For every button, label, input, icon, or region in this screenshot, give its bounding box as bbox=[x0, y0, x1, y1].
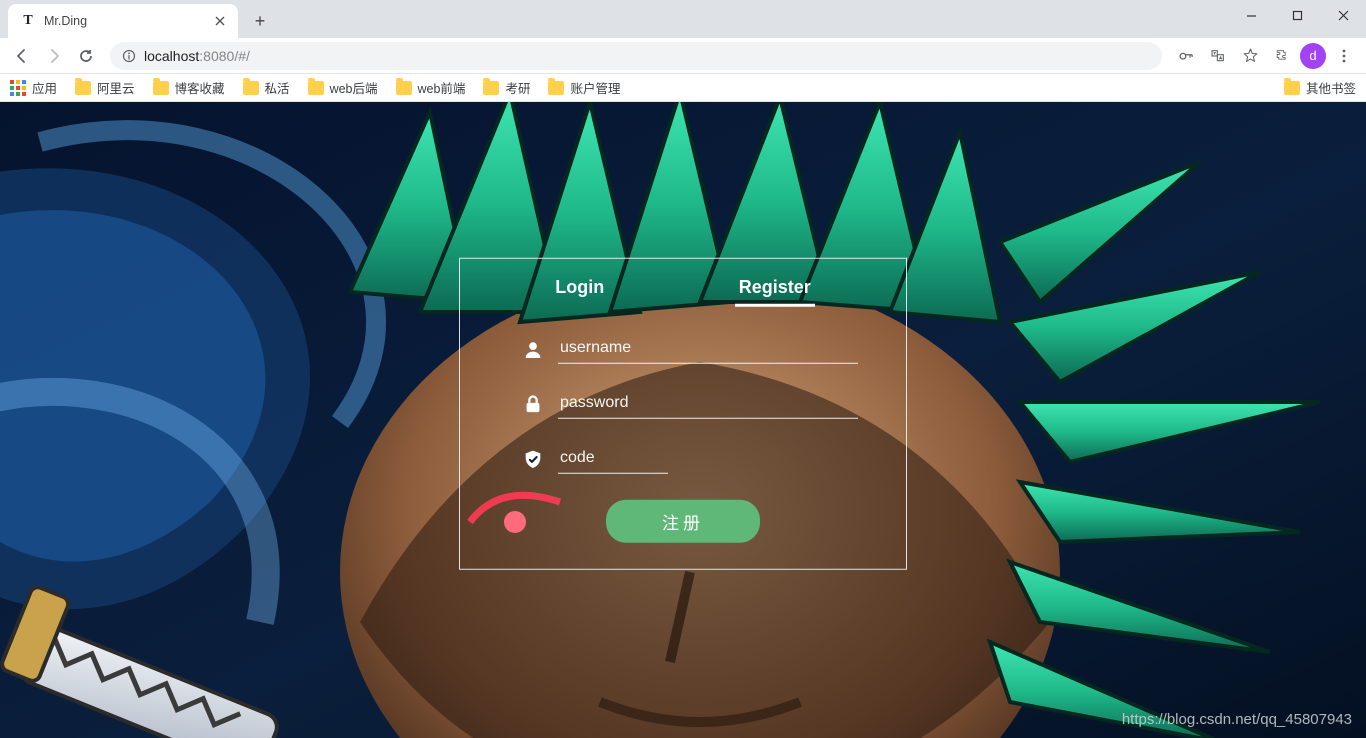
bookmark-item[interactable]: web前端 bbox=[396, 78, 466, 97]
password-key-icon[interactable] bbox=[1172, 42, 1200, 70]
folder-icon bbox=[1284, 81, 1300, 95]
tab-favicon: T bbox=[20, 13, 36, 29]
bookmark-item[interactable]: 考研 bbox=[483, 78, 530, 97]
folder-icon bbox=[308, 81, 324, 95]
nav-back-icon[interactable] bbox=[8, 42, 36, 70]
shield-check-icon bbox=[522, 448, 544, 470]
window-minimize-icon[interactable] bbox=[1228, 0, 1274, 30]
bookmark-label: 其他书签 bbox=[1306, 78, 1356, 97]
tab-title: Mr.Ding bbox=[44, 14, 204, 28]
folder-icon bbox=[548, 81, 564, 95]
code-input[interactable] bbox=[558, 445, 668, 474]
lock-icon bbox=[522, 393, 544, 415]
bookmark-label: 应用 bbox=[32, 78, 57, 97]
bookmark-label: 账户管理 bbox=[570, 78, 620, 97]
bookmark-item[interactable]: 私活 bbox=[243, 78, 290, 97]
folder-icon bbox=[243, 81, 259, 95]
window-controls bbox=[1228, 0, 1366, 30]
tab-close-icon[interactable] bbox=[212, 13, 228, 29]
window-close-icon[interactable] bbox=[1320, 0, 1366, 30]
submit-button[interactable]: 注册 bbox=[606, 500, 760, 543]
folder-icon bbox=[75, 81, 91, 95]
field-username bbox=[522, 335, 858, 364]
bookmark-label: 考研 bbox=[505, 78, 530, 97]
nav-reload-icon[interactable] bbox=[72, 42, 100, 70]
bookmark-label: web后端 bbox=[330, 78, 378, 97]
bookmark-apps[interactable]: 应用 bbox=[10, 78, 57, 97]
folder-icon bbox=[153, 81, 169, 95]
bookmarks-bar: 应用 阿里云 博客收藏 私活 web后端 web前端 考研 账户管理 其他书签 bbox=[0, 74, 1366, 102]
address-bar[interactable]: localhost:8080/#/ bbox=[110, 42, 1162, 70]
watermark-text: https://blog.csdn.net/qq_45807943 bbox=[1122, 711, 1352, 728]
password-input[interactable] bbox=[558, 390, 858, 419]
menu-dots-icon[interactable] bbox=[1330, 42, 1358, 70]
tab-register[interactable]: Register bbox=[735, 277, 815, 307]
browser-toolbar: localhost:8080/#/ d bbox=[0, 38, 1366, 74]
extensions-icon[interactable] bbox=[1268, 42, 1296, 70]
bookmark-label: 阿里云 bbox=[97, 78, 135, 97]
bookmark-star-icon[interactable] bbox=[1236, 42, 1264, 70]
folder-icon bbox=[396, 81, 412, 95]
bookmark-label: web前端 bbox=[418, 78, 466, 97]
field-code bbox=[522, 445, 858, 474]
bookmark-item[interactable]: 账户管理 bbox=[548, 78, 620, 97]
user-icon bbox=[522, 338, 544, 360]
bookmark-item[interactable]: 博客收藏 bbox=[153, 78, 225, 97]
browser-tab-strip: T Mr.Ding + bbox=[0, 0, 1366, 38]
auth-tabs: Login Register bbox=[488, 277, 878, 307]
profile-avatar[interactable]: d bbox=[1300, 43, 1326, 69]
username-input[interactable] bbox=[558, 335, 858, 364]
bookmark-item[interactable]: 阿里云 bbox=[75, 78, 135, 97]
field-password bbox=[522, 390, 858, 419]
folder-icon bbox=[483, 81, 499, 95]
translate-icon[interactable] bbox=[1204, 42, 1232, 70]
bookmark-label: 博客收藏 bbox=[175, 78, 225, 97]
bookmark-item[interactable]: web后端 bbox=[308, 78, 378, 97]
bookmark-label: 私活 bbox=[265, 78, 290, 97]
nav-forward-icon[interactable] bbox=[40, 42, 68, 70]
window-maximize-icon[interactable] bbox=[1274, 0, 1320, 30]
info-icon bbox=[122, 49, 136, 63]
apps-grid-icon bbox=[10, 80, 26, 96]
new-tab-button[interactable]: + bbox=[246, 7, 274, 35]
auth-card: Login Register bbox=[459, 258, 907, 570]
address-text: localhost:8080/#/ bbox=[144, 48, 250, 64]
tab-login[interactable]: Login bbox=[551, 277, 608, 307]
other-bookmarks[interactable]: 其他书签 bbox=[1284, 78, 1356, 97]
browser-tab[interactable]: T Mr.Ding bbox=[8, 4, 238, 38]
page-viewport: Login Register bbox=[0, 102, 1366, 738]
